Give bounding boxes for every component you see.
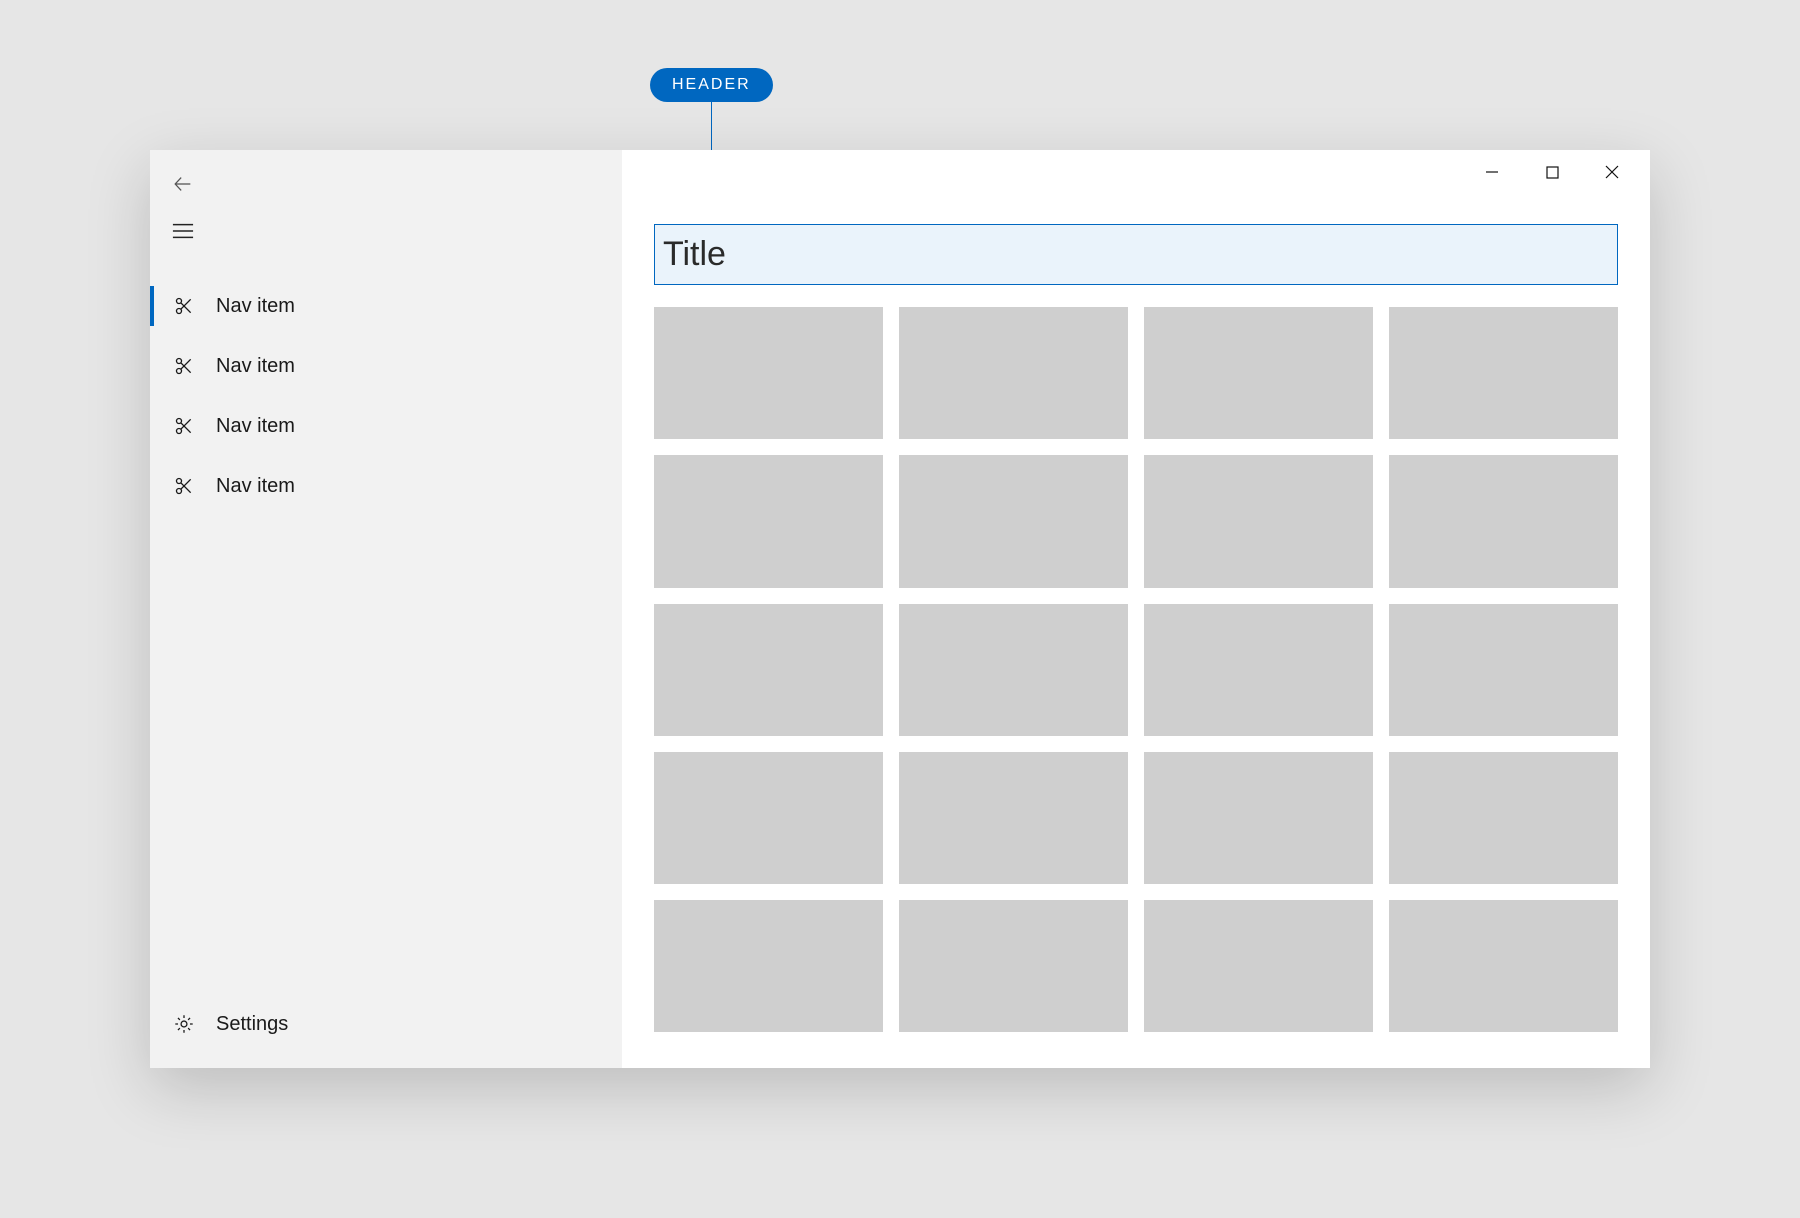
- grid-tile[interactable]: [899, 307, 1128, 439]
- settings-button[interactable]: Settings: [150, 994, 622, 1054]
- grid-tile[interactable]: [899, 604, 1128, 736]
- cut-icon: [172, 356, 196, 376]
- gear-icon: [172, 1013, 196, 1035]
- nav-item-3[interactable]: Nav item: [150, 456, 622, 516]
- cut-icon: [172, 416, 196, 436]
- nav-item-1[interactable]: Nav item: [150, 336, 622, 396]
- close-icon: [1605, 165, 1619, 179]
- minimize-button[interactable]: [1462, 152, 1522, 192]
- grid-tile[interactable]: [1389, 307, 1618, 439]
- header-callout-label: HEADER: [650, 68, 773, 102]
- grid-tile[interactable]: [1389, 604, 1618, 736]
- grid-tile[interactable]: [1144, 900, 1373, 1032]
- menu-button[interactable]: [150, 204, 204, 258]
- back-arrow-icon: [172, 173, 194, 195]
- content-pane: Title: [622, 150, 1650, 1068]
- grid-tile[interactable]: [899, 455, 1128, 587]
- grid-tile[interactable]: [899, 752, 1128, 884]
- sidebar-top: [150, 150, 622, 258]
- nav-list: Nav item Nav item: [150, 276, 622, 516]
- nav-item-0[interactable]: Nav item: [150, 276, 622, 336]
- nav-item-label: Nav item: [216, 295, 295, 318]
- grid-tile[interactable]: [654, 752, 883, 884]
- maximize-icon: [1546, 166, 1559, 179]
- grid-tile[interactable]: [899, 900, 1128, 1032]
- minimize-icon: [1485, 165, 1499, 179]
- grid-tile[interactable]: [1144, 455, 1373, 587]
- sidebar: Nav item Nav item: [150, 150, 622, 1068]
- cut-icon: [172, 476, 196, 496]
- grid-tile[interactable]: [1389, 752, 1618, 884]
- nav-item-label: Nav item: [216, 355, 295, 378]
- grid-tile[interactable]: [1389, 900, 1618, 1032]
- sidebar-bottom: Settings: [150, 994, 622, 1068]
- cut-icon: [172, 296, 196, 316]
- grid-tile[interactable]: [654, 604, 883, 736]
- grid-tile[interactable]: [654, 900, 883, 1032]
- nav-item-label: Nav item: [216, 475, 295, 498]
- grid-tile[interactable]: [654, 307, 883, 439]
- grid-tile[interactable]: [1144, 604, 1373, 736]
- grid-tile[interactable]: [654, 455, 883, 587]
- grid-tile[interactable]: [1144, 752, 1373, 884]
- back-button[interactable]: [150, 164, 204, 204]
- close-button[interactable]: [1582, 152, 1642, 192]
- page-header: Title: [654, 224, 1618, 285]
- content-grid: [654, 307, 1618, 1032]
- canvas: HEADER: [0, 0, 1800, 1218]
- hamburger-icon: [172, 222, 194, 240]
- maximize-button[interactable]: [1522, 152, 1582, 192]
- page-title: Title: [663, 235, 1609, 274]
- nav-item-2[interactable]: Nav item: [150, 396, 622, 456]
- nav-item-label: Nav item: [216, 415, 295, 438]
- app-window: Nav item Nav item: [150, 150, 1650, 1068]
- window-titlebar: [622, 150, 1650, 194]
- grid-tile[interactable]: [1389, 455, 1618, 587]
- settings-label: Settings: [216, 1013, 288, 1036]
- grid-tile[interactable]: [1144, 307, 1373, 439]
